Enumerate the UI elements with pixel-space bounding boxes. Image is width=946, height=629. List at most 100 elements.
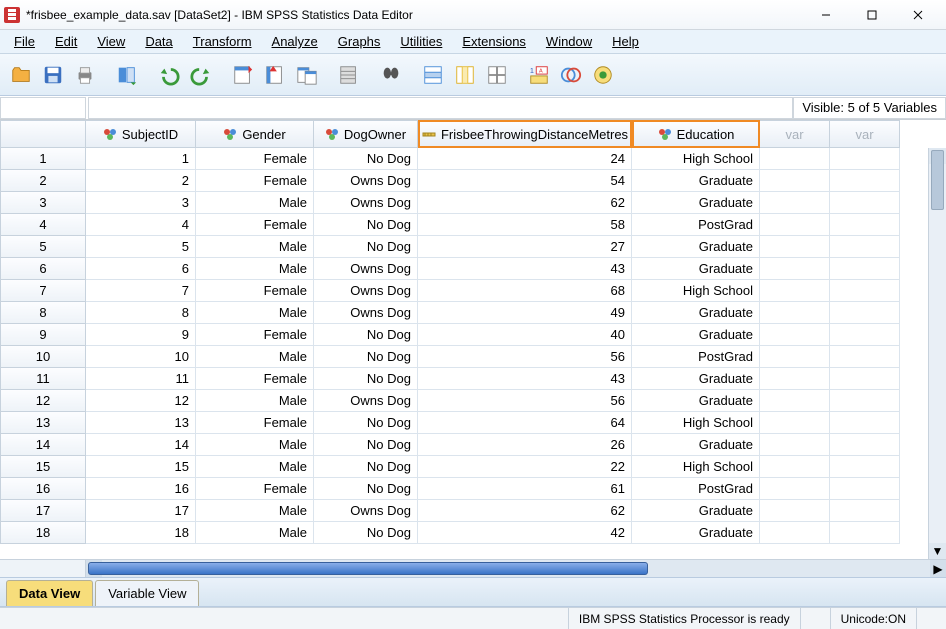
data-cell[interactable]: Owns Dog bbox=[314, 500, 418, 522]
empty-cell[interactable] bbox=[830, 346, 900, 368]
row-header[interactable]: 9 bbox=[0, 324, 86, 346]
empty-cell[interactable] bbox=[760, 258, 830, 280]
data-cell[interactable]: 56 bbox=[418, 390, 632, 412]
data-cell[interactable]: 49 bbox=[418, 302, 632, 324]
data-cell[interactable]: Male bbox=[196, 390, 314, 412]
data-cell[interactable]: High School bbox=[632, 412, 760, 434]
undo-icon[interactable] bbox=[154, 60, 184, 90]
insert-case-icon[interactable] bbox=[418, 60, 448, 90]
data-cell[interactable]: No Dog bbox=[314, 478, 418, 500]
data-cell[interactable]: Owns Dog bbox=[314, 170, 418, 192]
empty-cell[interactable] bbox=[760, 478, 830, 500]
column-header-gender[interactable]: Gender bbox=[196, 120, 314, 148]
row-header[interactable]: 5 bbox=[0, 236, 86, 258]
empty-cell[interactable] bbox=[760, 346, 830, 368]
empty-cell[interactable] bbox=[760, 236, 830, 258]
row-header[interactable]: 18 bbox=[0, 522, 86, 544]
scroll-down-icon[interactable]: ▼ bbox=[929, 543, 946, 559]
tab-variable-view[interactable]: Variable View bbox=[95, 580, 199, 606]
data-cell[interactable]: 27 bbox=[418, 236, 632, 258]
menu-extensions[interactable]: Extensions bbox=[452, 31, 536, 52]
data-cell[interactable]: 17 bbox=[86, 500, 196, 522]
empty-cell[interactable] bbox=[760, 324, 830, 346]
row-header[interactable]: 16 bbox=[0, 478, 86, 500]
row-header[interactable]: 2 bbox=[0, 170, 86, 192]
data-cell[interactable]: Graduate bbox=[632, 258, 760, 280]
data-cell[interactable]: Male bbox=[196, 346, 314, 368]
column-header-dogowner[interactable]: DogOwner bbox=[314, 120, 418, 148]
empty-cell[interactable] bbox=[830, 192, 900, 214]
data-cell[interactable]: Female bbox=[196, 478, 314, 500]
column-header-frisbee[interactable]: FrisbeeThrowingDistanceMetres bbox=[418, 120, 632, 148]
row-header[interactable]: 13 bbox=[0, 412, 86, 434]
data-cell[interactable]: No Dog bbox=[314, 148, 418, 170]
row-header[interactable]: 12 bbox=[0, 390, 86, 412]
data-cell[interactable]: Male bbox=[196, 500, 314, 522]
save-icon[interactable] bbox=[38, 60, 68, 90]
data-cell[interactable]: Female bbox=[196, 368, 314, 390]
data-cell[interactable]: 54 bbox=[418, 170, 632, 192]
minimize-button[interactable] bbox=[804, 3, 848, 27]
data-cell[interactable]: No Dog bbox=[314, 368, 418, 390]
data-cell[interactable]: 62 bbox=[418, 192, 632, 214]
row-header[interactable]: 10 bbox=[0, 346, 86, 368]
data-cell[interactable]: No Dog bbox=[314, 412, 418, 434]
data-cell[interactable]: 24 bbox=[418, 148, 632, 170]
use-sets-icon[interactable] bbox=[556, 60, 586, 90]
data-cell[interactable]: 5 bbox=[86, 236, 196, 258]
goto-variable-icon[interactable] bbox=[260, 60, 290, 90]
data-cell[interactable]: Female bbox=[196, 280, 314, 302]
scrollbar-thumb[interactable] bbox=[931, 150, 944, 210]
menu-transform[interactable]: Transform bbox=[183, 31, 262, 52]
data-cell[interactable]: 7 bbox=[86, 280, 196, 302]
empty-cell[interactable] bbox=[830, 148, 900, 170]
empty-cell[interactable] bbox=[830, 258, 900, 280]
data-cell[interactable]: Male bbox=[196, 522, 314, 544]
row-header[interactable]: 3 bbox=[0, 192, 86, 214]
data-cell[interactable]: 9 bbox=[86, 324, 196, 346]
menu-file[interactable]: File bbox=[4, 31, 45, 52]
row-header[interactable]: 11 bbox=[0, 368, 86, 390]
data-cell[interactable]: 14 bbox=[86, 434, 196, 456]
data-cell[interactable]: Male bbox=[196, 192, 314, 214]
maximize-button[interactable] bbox=[850, 3, 894, 27]
data-cell[interactable]: 43 bbox=[418, 258, 632, 280]
empty-cell[interactable] bbox=[760, 500, 830, 522]
data-cell[interactable]: Male bbox=[196, 302, 314, 324]
empty-cell[interactable] bbox=[830, 412, 900, 434]
empty-cell[interactable] bbox=[830, 456, 900, 478]
data-cell[interactable]: Female bbox=[196, 170, 314, 192]
column-header-empty[interactable]: var bbox=[830, 120, 900, 148]
data-cell[interactable]: 4 bbox=[86, 214, 196, 236]
data-cell[interactable]: 16 bbox=[86, 478, 196, 500]
data-cell[interactable]: 61 bbox=[418, 478, 632, 500]
data-cell[interactable]: 15 bbox=[86, 456, 196, 478]
row-header[interactable]: 6 bbox=[0, 258, 86, 280]
column-header-education[interactable]: Education bbox=[632, 120, 760, 148]
data-cell[interactable]: Graduate bbox=[632, 434, 760, 456]
data-cell[interactable]: No Dog bbox=[314, 456, 418, 478]
data-cell[interactable]: Male bbox=[196, 258, 314, 280]
empty-cell[interactable] bbox=[830, 214, 900, 236]
data-cell[interactable]: No Dog bbox=[314, 324, 418, 346]
data-cell[interactable]: Female bbox=[196, 214, 314, 236]
column-header-subjectid[interactable]: SubjectID bbox=[86, 120, 196, 148]
menu-data[interactable]: Data bbox=[135, 31, 182, 52]
empty-cell[interactable] bbox=[830, 302, 900, 324]
split-file-icon[interactable] bbox=[482, 60, 512, 90]
data-cell[interactable]: 13 bbox=[86, 412, 196, 434]
empty-cell[interactable] bbox=[830, 522, 900, 544]
data-cell[interactable]: PostGrad bbox=[632, 478, 760, 500]
empty-cell[interactable] bbox=[830, 368, 900, 390]
empty-cell[interactable] bbox=[760, 192, 830, 214]
data-cell[interactable]: 3 bbox=[86, 192, 196, 214]
empty-cell[interactable] bbox=[830, 236, 900, 258]
menu-analyze[interactable]: Analyze bbox=[262, 31, 328, 52]
empty-cell[interactable] bbox=[760, 214, 830, 236]
empty-cell[interactable] bbox=[760, 456, 830, 478]
data-cell[interactable]: 10 bbox=[86, 346, 196, 368]
find-icon[interactable] bbox=[376, 60, 406, 90]
data-cell[interactable]: 26 bbox=[418, 434, 632, 456]
empty-cell[interactable] bbox=[760, 390, 830, 412]
empty-cell[interactable] bbox=[760, 434, 830, 456]
